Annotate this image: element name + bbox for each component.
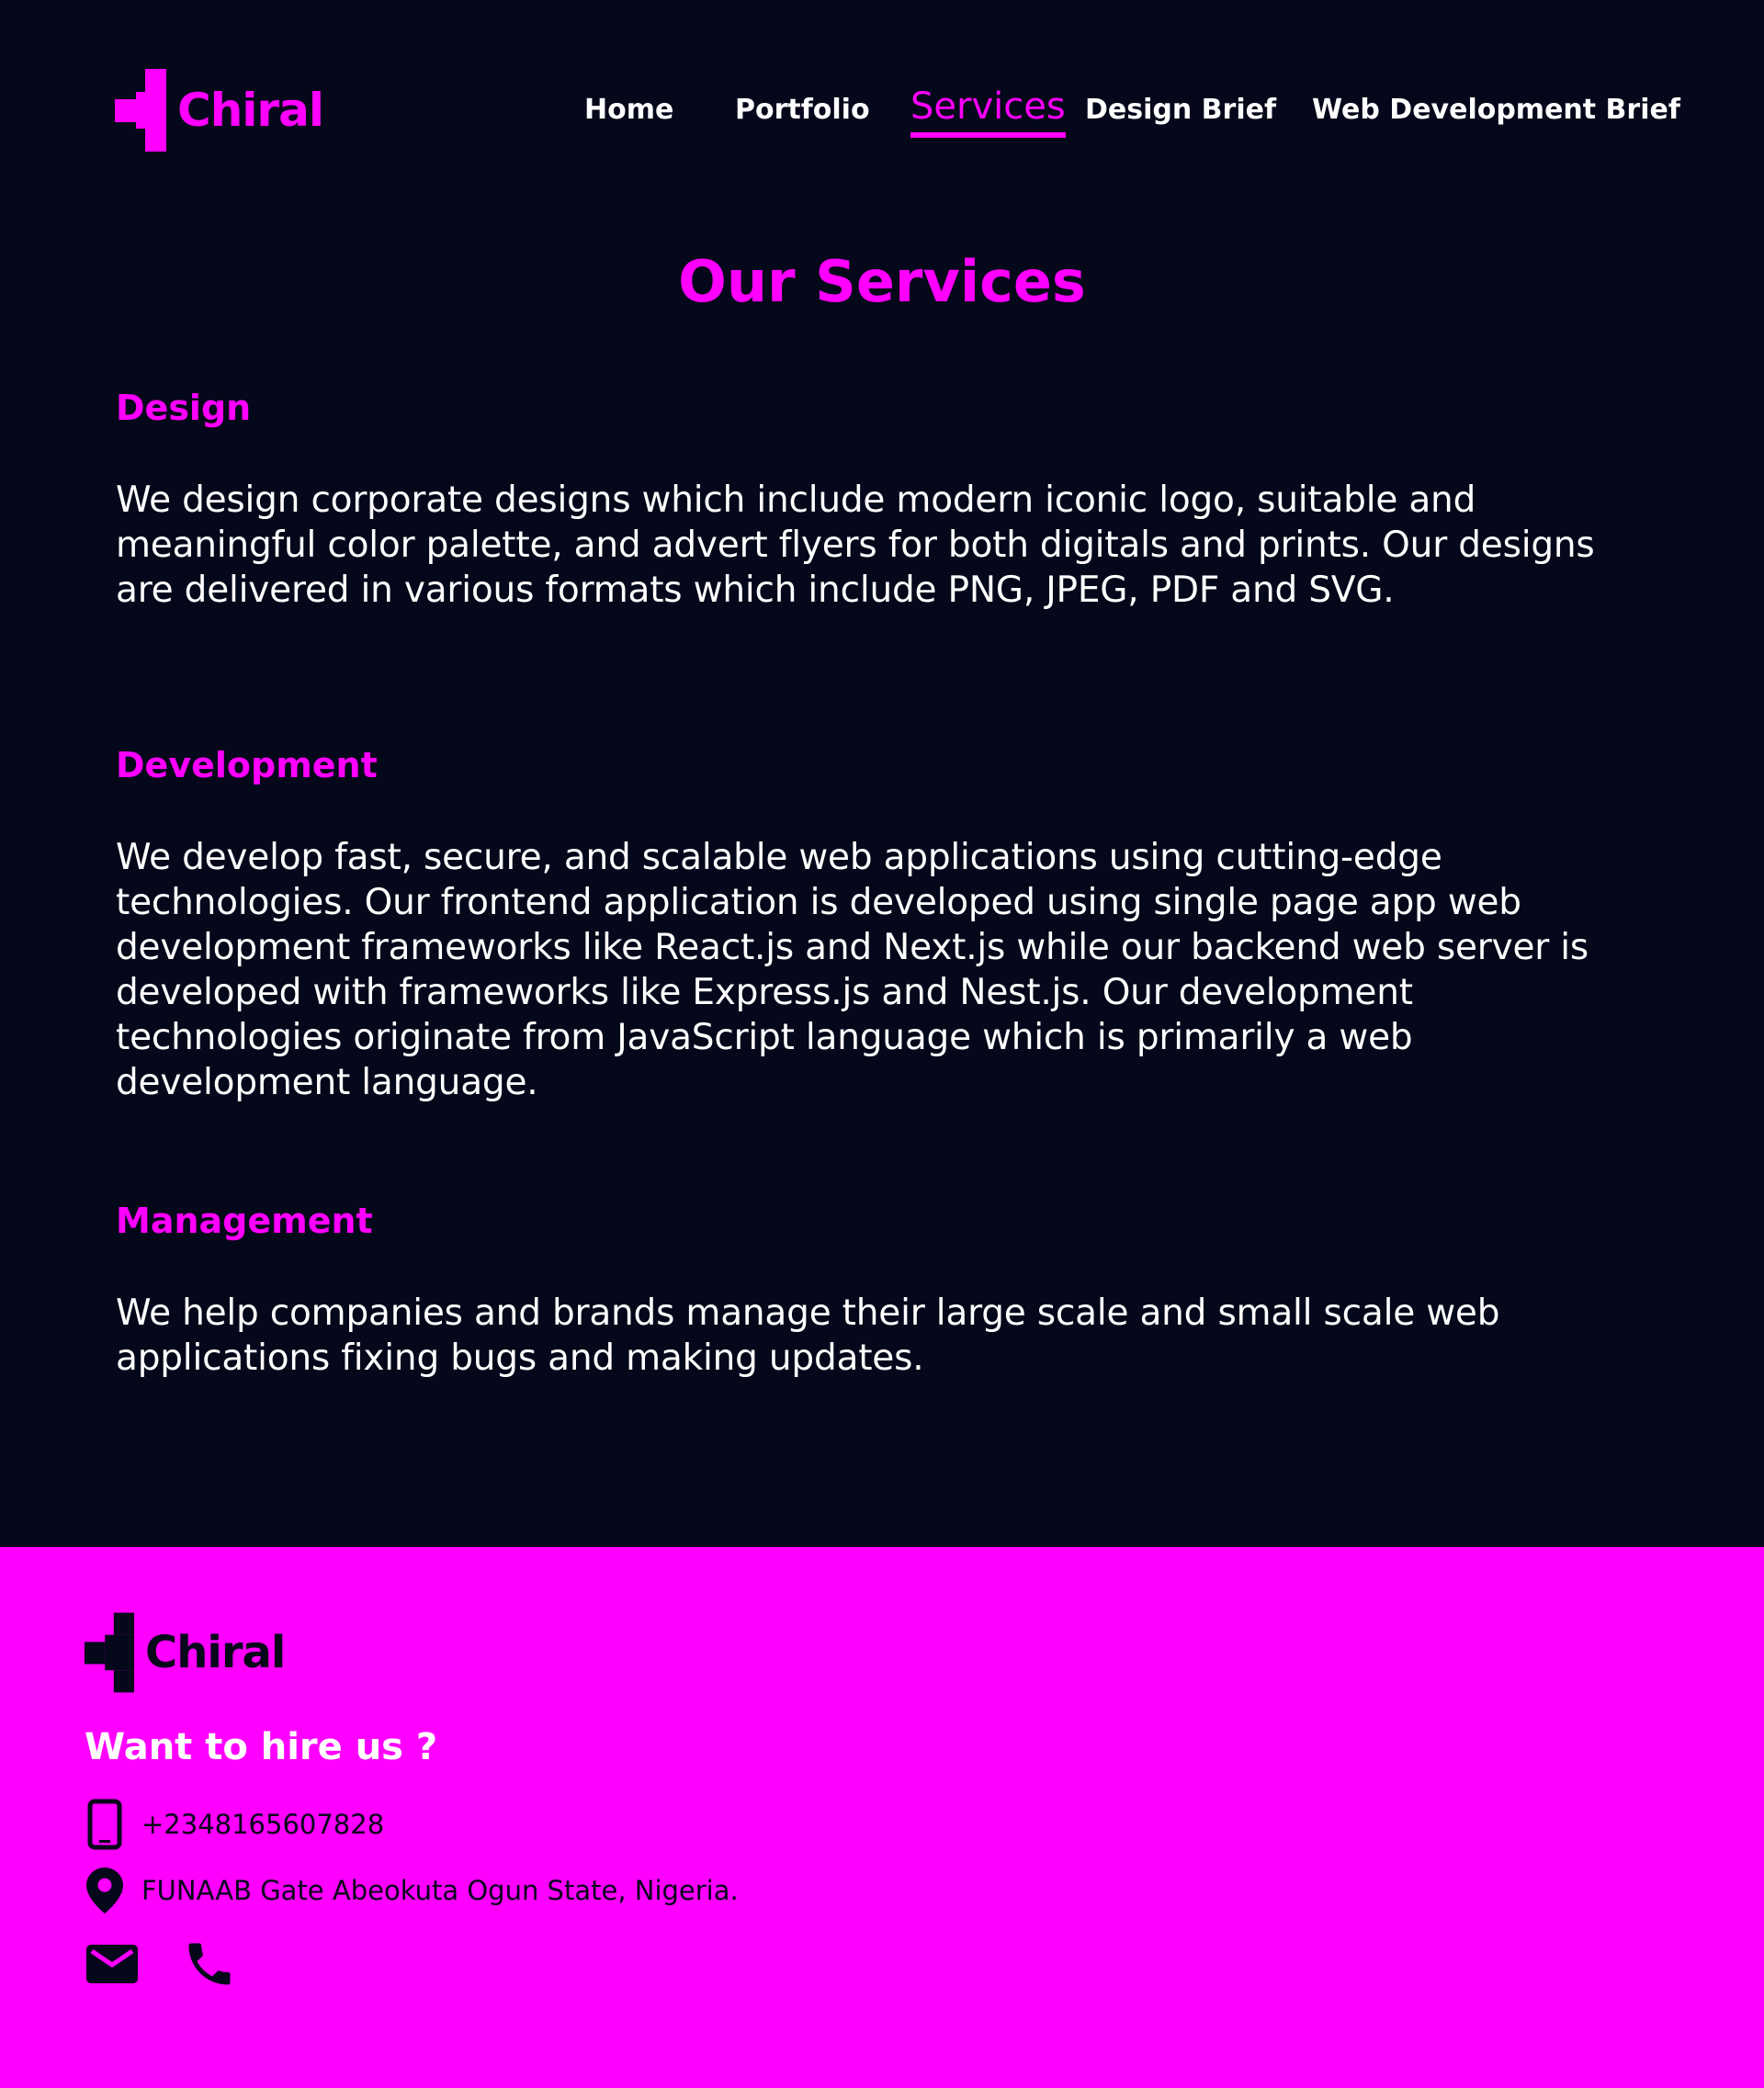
main-nav: Home Portfolio Services Design Brief Web… (0, 85, 1764, 140)
page: Chiral Home Portfolio Services Design Br… (0, 0, 1764, 2088)
service-heading: Design (116, 388, 252, 428)
nav-item-portfolio[interactable]: Portfolio (735, 94, 870, 127)
email-icon[interactable] (85, 1936, 140, 1992)
contact-phone[interactable]: +2348165607828 (85, 1799, 384, 1850)
service-heading: Management (116, 1201, 373, 1241)
service-management: Management We help companies and brands … (116, 1201, 1623, 1381)
service-description: We design corporate designs which includ… (116, 479, 1595, 611)
service-design: Design We design corporate designs which… (116, 388, 1623, 613)
nav-item-home[interactable]: Home (584, 94, 673, 127)
smartphone-icon (85, 1799, 125, 1850)
contact-phone-number[interactable]: +2348165607828 (141, 1809, 384, 1840)
page-title: Our Services (678, 248, 1086, 315)
services-section: Our Services Design We design corporate … (0, 220, 1764, 1547)
contact-address-text: FUNAAB Gate Abeokuta Ogun State, Nigeria… (141, 1875, 739, 1906)
chiral-logo-mark-icon (85, 1612, 134, 1693)
service-heading: Development (116, 745, 378, 785)
footer-heading: Want to hire us ? (85, 1726, 438, 1768)
footer-logo[interactable]: Chiral (85, 1612, 286, 1693)
service-development: Development We develop fast, secure, and… (116, 745, 1623, 1105)
contact-address: FUNAAB Gate Abeokuta Ogun State, Nigeria… (85, 1865, 739, 1916)
nav-item-web-development-brief[interactable]: Web Development Brief (1312, 94, 1680, 127)
phone-call-icon[interactable] (182, 1936, 237, 1992)
service-description: We develop fast, secure, and scalable we… (116, 836, 1589, 1103)
service-description: We help companies and brands manage thei… (116, 1292, 1500, 1379)
site-footer: Chiral Want to hire us ? +2348165607828 … (0, 1547, 1764, 2088)
site-header: Chiral Home Portfolio Services Design Br… (0, 0, 1764, 220)
footer-brand-name: Chiral (145, 1627, 286, 1678)
location-pin-icon (85, 1865, 125, 1916)
nav-item-design-brief[interactable]: Design Brief (1085, 94, 1276, 127)
contact-icons (85, 1936, 279, 1992)
nav-item-services[interactable]: Services (910, 85, 1066, 138)
